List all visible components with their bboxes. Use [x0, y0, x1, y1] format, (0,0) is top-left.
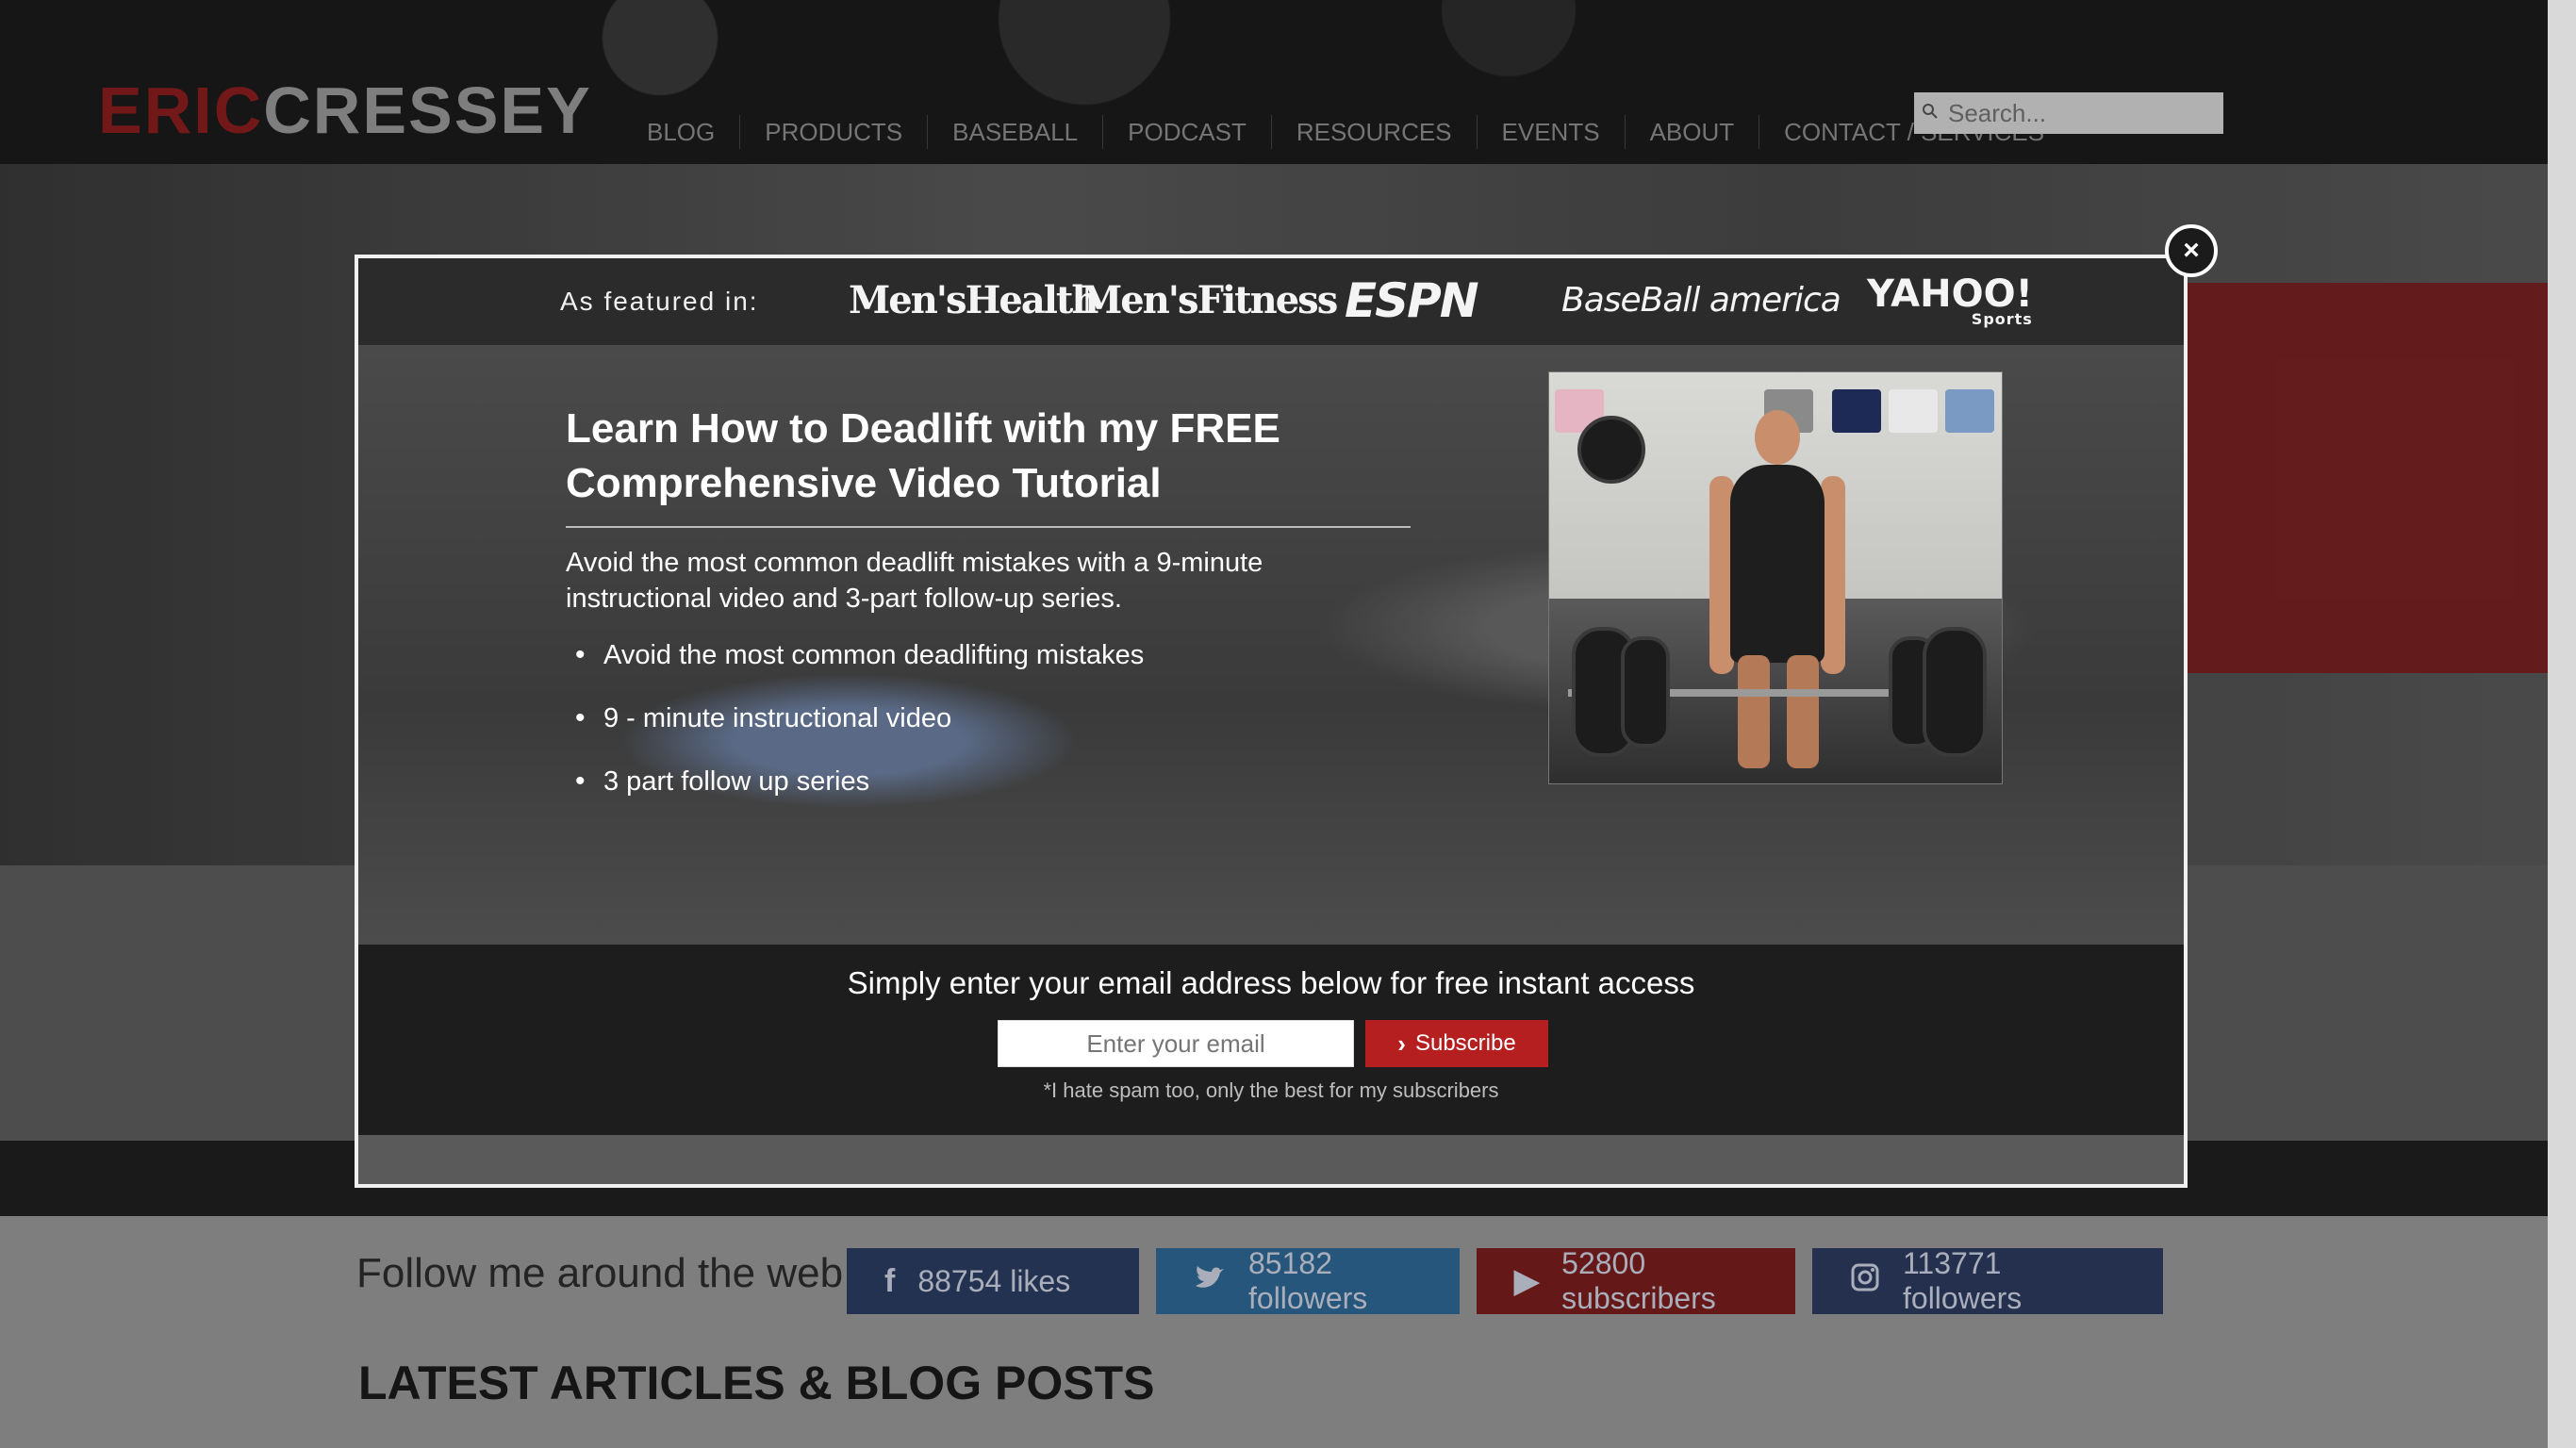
featured-in-bar: As featured in: Men'sHealth Men'sFitness… — [358, 258, 2184, 345]
mens-fitness-logo: Men'sFitness — [1081, 278, 1338, 322]
subscribe-button[interactable]: › Subscribe — [1365, 1020, 1548, 1067]
close-icon: × — [2183, 235, 2200, 266]
photo-lifter-leg — [1787, 655, 1819, 768]
photo-lifter-body — [1730, 465, 1825, 663]
scrollbar-track[interactable] — [2548, 0, 2576, 1448]
photo-shirt — [1889, 389, 1938, 433]
photo-lifter-leg — [1738, 655, 1770, 768]
mens-health-logo: Men'sHealth — [849, 278, 1098, 322]
baseball-america-logo: BaseBall america — [1561, 281, 1841, 320]
benefit-item: 3 part follow up series — [566, 764, 1144, 799]
subscribe-label: Subscribe — [1414, 1030, 1516, 1056]
signup-title: Simply enter your email address below fo… — [847, 965, 1695, 1000]
benefit-item: Avoid the most common deadlifting mistak… — [566, 637, 1144, 673]
photo-plate — [1621, 636, 1670, 748]
featured-label: As featured in: — [560, 287, 759, 316]
photo-shirt — [1945, 389, 1994, 433]
espn-logo: ESPN — [1345, 273, 1479, 328]
close-modal-button[interactable]: × — [2165, 224, 2218, 277]
signup-section: Simply enter your email address below fo… — [358, 945, 2184, 1135]
modal-intro-text: Avoid the most common deadlift mistakes … — [566, 548, 1263, 614]
photo-shirt — [1832, 389, 1881, 433]
spam-note: *I hate spam too, only the best for my s… — [1043, 1078, 1499, 1102]
benefit-list: Avoid the most common deadlifting mistak… — [566, 637, 1144, 827]
modal-headline: Learn How to Deadlift with my FREE Compr… — [566, 402, 1411, 528]
yahoo-sports-logo: YAHOO! Sports — [1867, 275, 2033, 327]
email-field[interactable] — [998, 1020, 1354, 1067]
deadlift-photo — [1548, 371, 2003, 784]
optin-modal: As featured in: Men'sHealth Men'sFitness… — [355, 255, 2188, 1188]
modal-bottom-strip — [358, 1135, 2184, 1184]
photo-lifter-head — [1755, 410, 1800, 465]
photo-plate — [1923, 627, 1987, 757]
benefit-item: 9 - minute instructional video — [566, 700, 1144, 736]
photo-wall-plate — [1577, 416, 1645, 484]
chevron-right-icon: › — [1397, 1028, 1406, 1058]
